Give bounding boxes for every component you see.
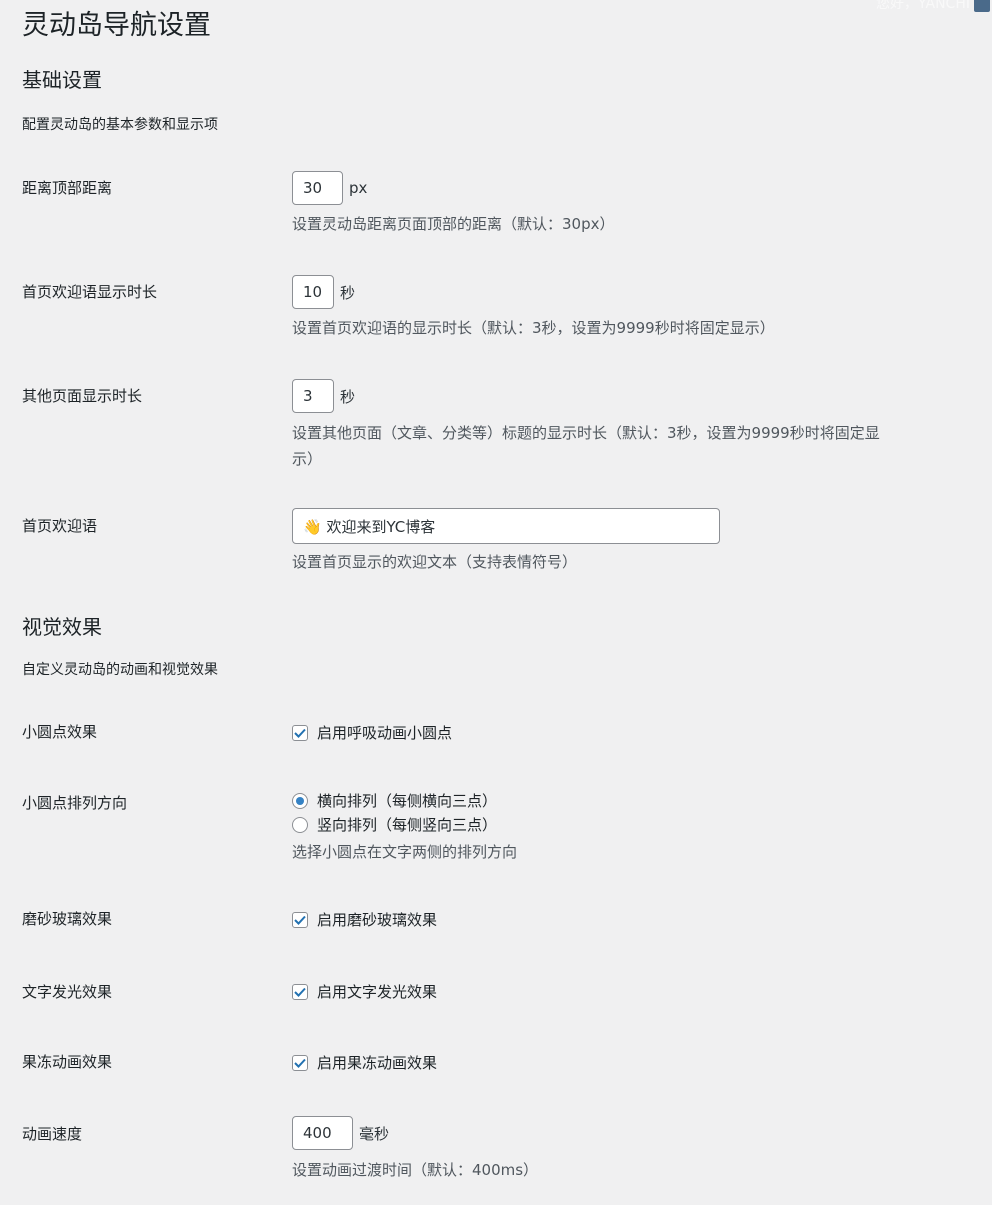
other-duration-help-line1: 设置其他页面（文章、分类等）标题的显示时长（默认：3秒，设置为9999秒时将固定… bbox=[292, 424, 880, 442]
welcome-help: 设置首页显示的欢迎文本（支持表情符号） bbox=[292, 553, 578, 571]
glow-checkbox[interactable] bbox=[292, 983, 308, 1000]
dots-direction-help: 选择小圆点在文字两侧的排列方向 bbox=[292, 843, 518, 861]
admin-greeting[interactable]: 您好，YANCHI bbox=[876, 0, 970, 12]
jelly-checkbox-label: 启用果冻动画效果 bbox=[317, 1054, 438, 1072]
welcome-row bbox=[292, 508, 720, 544]
speed-help: 设置动画过渡时间（默认：400ms） bbox=[292, 1161, 539, 1179]
welcome-input[interactable] bbox=[292, 508, 720, 544]
radio-vertical-label: 竖向排列（每侧竖向三点） bbox=[317, 816, 498, 834]
frosted-label: 磨砂玻璃效果 bbox=[22, 910, 113, 928]
other-duration-row: 秒 bbox=[292, 379, 355, 413]
speed-input[interactable] bbox=[292, 1116, 353, 1150]
section-description-basic: 配置灵动岛的基本参数和显示项 bbox=[22, 117, 218, 133]
home-duration-input[interactable] bbox=[292, 275, 334, 309]
top-distance-label: 距离顶部距离 bbox=[22, 179, 113, 197]
home-duration-unit: 秒 bbox=[340, 283, 356, 302]
other-duration-help: 设置其他页面（文章、分类等）标题的显示时长（默认：3秒，设置为9999秒时将固定… bbox=[292, 420, 972, 472]
dots-direction-label: 小圆点排列方向 bbox=[22, 794, 128, 812]
jelly-checkbox-row[interactable]: 启用果冻动画效果 bbox=[292, 1052, 437, 1073]
jelly-checkbox[interactable] bbox=[292, 1054, 308, 1071]
radio-horizontal-label: 横向排列（每侧横向三点） bbox=[317, 792, 498, 810]
other-duration-help-line2: 示） bbox=[292, 450, 323, 468]
welcome-label: 首页欢迎语 bbox=[22, 517, 98, 535]
checkmark-icon bbox=[294, 728, 306, 738]
checkmark-icon bbox=[294, 915, 306, 925]
top-distance-unit: px bbox=[349, 179, 368, 197]
top-distance-help: 设置灵动岛距离页面顶部的距离（默认：30px） bbox=[292, 215, 615, 233]
speed-label: 动画速度 bbox=[22, 1125, 83, 1143]
top-distance-input[interactable] bbox=[292, 171, 343, 205]
page-title: 灵动岛导航设置 bbox=[22, 10, 211, 41]
speed-row: 毫秒 bbox=[292, 1116, 389, 1150]
radio-horizontal[interactable] bbox=[292, 792, 308, 809]
avatar[interactable] bbox=[974, 0, 990, 12]
frosted-checkbox-row[interactable]: 启用磨砂玻璃效果 bbox=[292, 909, 437, 930]
section-heading-basic: 基础设置 bbox=[22, 68, 102, 92]
dots-checkbox-row[interactable]: 启用呼吸动画小圆点 bbox=[292, 722, 452, 743]
home-duration-row: 秒 bbox=[292, 275, 355, 309]
glow-checkbox-label: 启用文字发光效果 bbox=[317, 983, 438, 1001]
home-duration-label: 首页欢迎语显示时长 bbox=[22, 283, 158, 301]
home-duration-help: 设置首页欢迎语的显示时长（默认：3秒，设置为9999秒时将固定显示） bbox=[292, 319, 775, 337]
speed-unit: 毫秒 bbox=[359, 1124, 390, 1143]
checkmark-icon bbox=[294, 987, 306, 997]
dots-label: 小圆点效果 bbox=[22, 723, 98, 741]
glow-label: 文字发光效果 bbox=[22, 983, 113, 1001]
checkmark-icon bbox=[294, 1058, 306, 1068]
section-heading-visual: 视觉效果 bbox=[22, 615, 102, 639]
other-duration-input[interactable] bbox=[292, 379, 334, 413]
dots-checkbox[interactable] bbox=[292, 724, 308, 741]
frosted-checkbox[interactable] bbox=[292, 911, 308, 928]
radio-horizontal-row[interactable]: 横向排列（每侧横向三点） bbox=[292, 790, 497, 811]
glow-checkbox-row[interactable]: 启用文字发光效果 bbox=[292, 981, 437, 1002]
other-duration-label: 其他页面显示时长 bbox=[22, 387, 143, 405]
other-duration-unit: 秒 bbox=[340, 387, 356, 406]
dots-checkbox-label: 启用呼吸动画小圆点 bbox=[317, 724, 453, 742]
section-description-visual: 自定义灵动岛的动画和视觉效果 bbox=[22, 662, 218, 678]
radio-vertical[interactable] bbox=[292, 816, 308, 833]
radio-vertical-row[interactable]: 竖向排列（每侧竖向三点） bbox=[292, 814, 497, 835]
jelly-label: 果冻动画效果 bbox=[22, 1053, 113, 1071]
frosted-checkbox-label: 启用磨砂玻璃效果 bbox=[317, 911, 438, 929]
top-distance-row: px bbox=[292, 171, 367, 205]
